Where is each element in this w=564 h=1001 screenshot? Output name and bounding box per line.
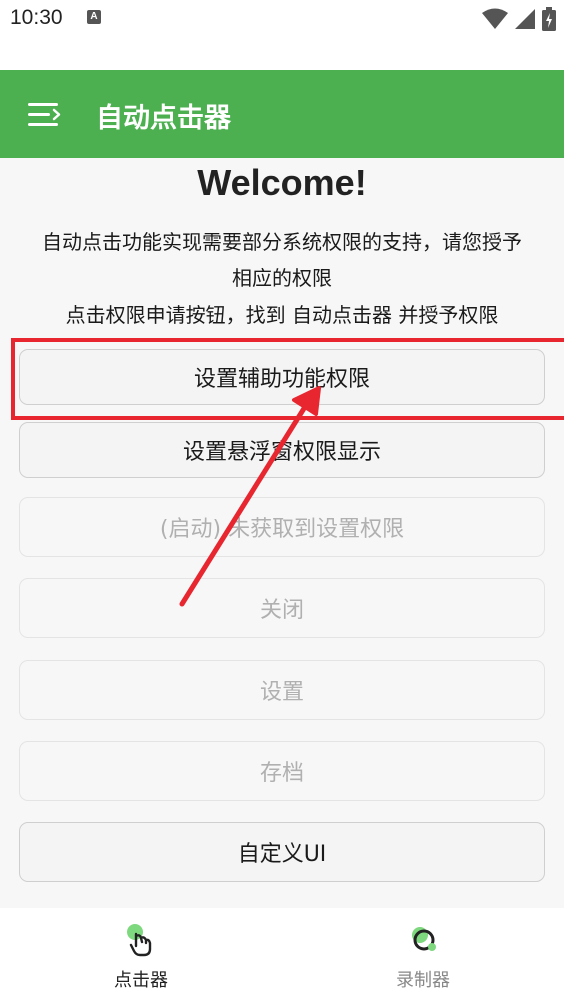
permission-description: 自动点击功能实现需要部分系统权限的支持，请您授予 相应的权限 <box>14 224 550 296</box>
settings-button[interactable]: 设置 <box>19 660 545 720</box>
status-bar: 10:30 A <box>0 0 564 70</box>
start-button[interactable]: (启动) 未获取到设置权限 <box>19 497 545 557</box>
overlay-permission-button[interactable]: 设置悬浮窗权限显示 <box>19 422 545 478</box>
custom-ui-button[interactable]: 自定义UI <box>19 822 545 882</box>
nav-item-clicker[interactable]: 点击器 <box>0 908 282 1001</box>
tap-hand-icon <box>127 924 152 957</box>
close-button[interactable]: 关闭 <box>19 578 545 638</box>
menu-icon[interactable] <box>26 100 62 130</box>
nav-label-recorder: 录制器 <box>396 970 450 991</box>
archive-button[interactable]: 存档 <box>19 741 545 801</box>
app-title: 自动点击器 <box>96 103 231 134</box>
status-icons <box>482 7 556 31</box>
description-line-2: 相应的权限 <box>232 266 332 290</box>
wifi-icon <box>482 8 508 29</box>
permission-hint: 点击权限申请按钮，找到 自动点击器 并授予权限 <box>65 303 499 327</box>
welcome-heading: Welcome! <box>197 162 367 203</box>
app-bar: 自动点击器 <box>0 70 564 158</box>
battery-icon <box>542 7 556 31</box>
nav-label-clicker: 点击器 <box>114 970 168 991</box>
notification-a-icon: A <box>87 10 101 24</box>
nav-item-recorder[interactable]: 录制器 <box>282 908 564 1001</box>
accessibility-permission-button[interactable]: 设置辅助功能权限 <box>19 349 545 405</box>
status-time: 10:30 <box>10 6 63 29</box>
bottom-navigation: 点击器 录制器 <box>0 908 564 1001</box>
signal-icon <box>515 9 535 29</box>
description-line-1: 自动点击功能实现需要部分系统权限的支持，请您授予 <box>42 230 522 254</box>
record-icon <box>412 927 436 951</box>
